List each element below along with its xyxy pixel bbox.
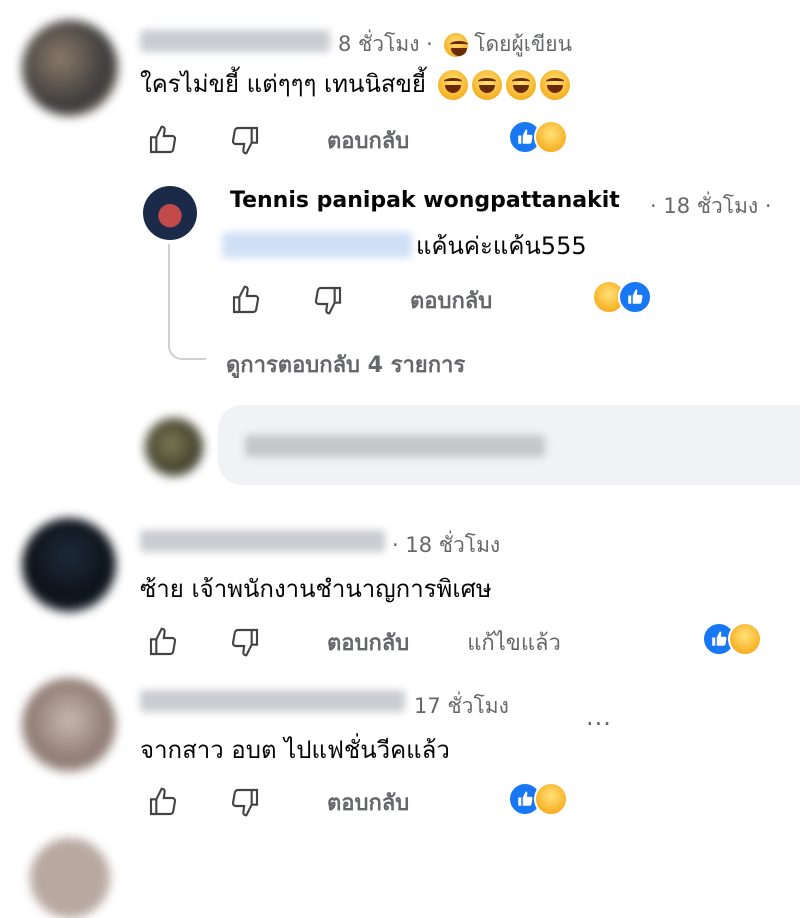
reply-time[interactable]: · 18 ชั่วโมง ·: [650, 190, 772, 223]
comment-time[interactable]: 8 ชั่วโมง · โดยผู้เขียน: [338, 28, 572, 61]
avatar[interactable]: [22, 20, 118, 116]
mention-blurred[interactable]: [222, 232, 412, 258]
reply-button[interactable]: ตอบกลับ: [327, 123, 409, 158]
comment-actions: ตอบกลับ: [143, 782, 409, 822]
rofl-emoji-icon: [539, 70, 570, 100]
haha-reaction-icon: [728, 622, 762, 656]
composer-placeholder-blurred: [245, 435, 545, 457]
like-icon[interactable]: [143, 782, 183, 822]
comment-time[interactable]: · 18 ชั่วโมง: [392, 529, 500, 562]
avatar[interactable]: [22, 678, 116, 772]
like-icon[interactable]: [143, 622, 183, 662]
thread-curve: [168, 340, 206, 360]
like-reaction-icon: [618, 280, 652, 314]
like-icon[interactable]: [226, 280, 266, 320]
reply-text: แค้นค่ะแค้น555: [416, 232, 587, 260]
edited-label: แก้ไขแล้ว: [467, 630, 561, 656]
dislike-icon[interactable]: [308, 280, 348, 320]
comment-actions: ตอบกลับ แก้ไขแล้ว: [143, 622, 561, 662]
reply-button[interactable]: ตอบกลับ: [410, 283, 492, 318]
reply-author[interactable]: Tennis panipak wongpattanakit: [230, 188, 620, 213]
haha-reaction-icon: [534, 120, 568, 154]
dislike-icon[interactable]: [225, 782, 265, 822]
avatar[interactable]: [143, 186, 197, 240]
comment-text: ซ้าย เจ้าพนักงานชำนาญการพิเศษ: [140, 575, 492, 603]
comment-time[interactable]: 17 ชั่วโมง: [414, 690, 509, 723]
comment-text: จากสาว อบต ไปแฟชั่นวีคแล้ว: [140, 736, 450, 764]
haha-reaction-icon: [534, 782, 568, 816]
thread-line: [168, 244, 170, 348]
dislike-icon[interactable]: [225, 622, 265, 662]
commenter-name-blurred[interactable]: [140, 30, 330, 52]
comment-text: ใครไม่ขยี้ แต่ๆๆๆ เทนนิสขยี้: [140, 64, 570, 103]
more-options-button[interactable]: ···: [586, 710, 612, 738]
avatar[interactable]: [30, 838, 110, 918]
reply-button[interactable]: ตอบกลับ: [327, 625, 409, 660]
like-icon[interactable]: [143, 120, 183, 160]
reaction-summary[interactable]: [702, 622, 762, 656]
rofl-emoji-icon: [437, 70, 468, 100]
view-replies-link[interactable]: ดูการตอบกลับ 4 รายการ: [226, 347, 465, 382]
haha-emoji-icon: [443, 33, 468, 57]
commenter-name-blurred[interactable]: [140, 530, 385, 552]
reply-actions: ตอบกลับ: [226, 280, 492, 320]
reaction-summary[interactable]: [592, 280, 652, 314]
author-badge: โดยผู้เขียน: [474, 32, 572, 56]
commenter-name-blurred[interactable]: [140, 690, 405, 712]
reaction-summary[interactable]: [508, 120, 568, 154]
avatar: [145, 418, 203, 476]
reply-button[interactable]: ตอบกลับ: [327, 785, 409, 820]
rofl-emoji-icon: [471, 70, 502, 100]
comment-actions: ตอบกลับ: [143, 120, 409, 160]
avatar[interactable]: [22, 518, 116, 612]
dislike-icon[interactable]: [225, 120, 265, 160]
reaction-summary[interactable]: [508, 782, 568, 816]
rofl-emoji-icon: [505, 70, 536, 100]
